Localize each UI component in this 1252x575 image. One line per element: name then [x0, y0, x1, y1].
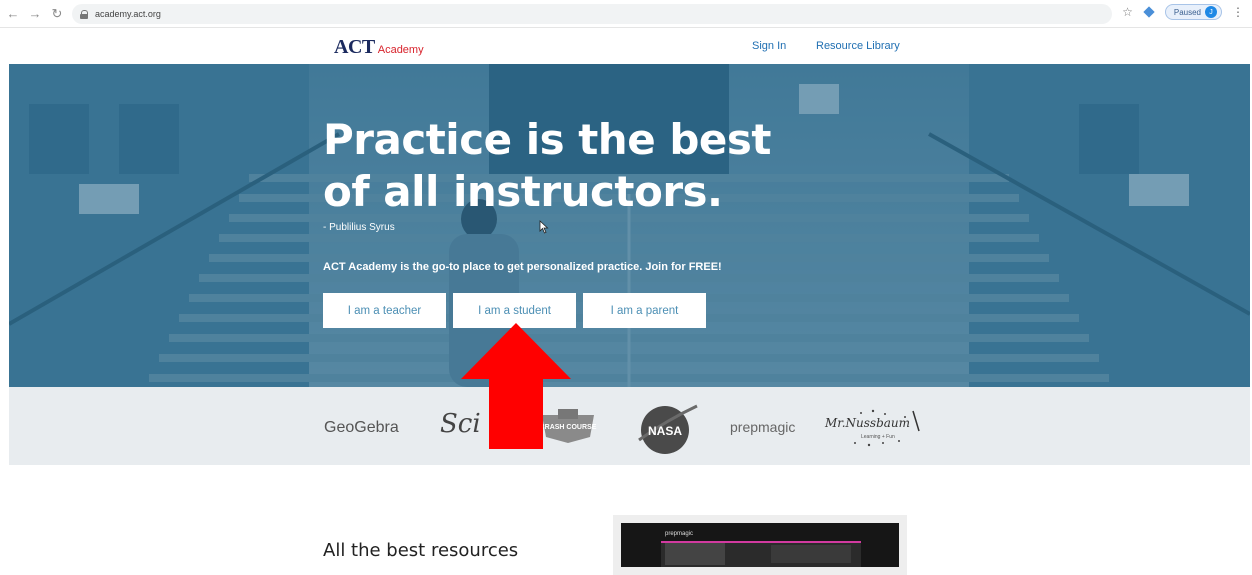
forward-icon[interactable]: →: [26, 5, 44, 23]
resource-preview-screen: prepmagic: [621, 523, 899, 567]
mouse-cursor-icon: [539, 220, 549, 234]
resource-library-link[interactable]: Resource Library: [816, 40, 900, 52]
quote-author: - Publilius Syrus: [323, 222, 395, 233]
hero-title: Practice is the best of all instructors.: [323, 114, 771, 218]
parent-button[interactable]: I am a parent: [583, 293, 706, 328]
lock-icon: [80, 9, 89, 19]
nasa-text: NASA: [648, 424, 682, 438]
site-header: ACT Academy Sign In Resource Library: [0, 28, 1252, 64]
nussbaum-subtitle: Learning + Fun: [861, 434, 895, 440]
prepmagic-preview-image: prepmagic: [621, 523, 899, 567]
prepmagic-logo: prepmagic: [730, 419, 796, 435]
resources-heading: All the best resources: [323, 540, 519, 561]
nussbaum-text: Mr.Nussbaum: [824, 416, 910, 430]
nasa-logo: NASA: [638, 404, 698, 454]
sign-in-link[interactable]: Sign In: [752, 40, 786, 52]
resource-preview-frame: prepmagic: [613, 515, 907, 575]
extension-icon[interactable]: [1143, 6, 1155, 18]
preview-brand-text: prepmagic: [665, 531, 693, 537]
logo-academy-text: Academy: [377, 44, 424, 56]
logo-act-text: ACT: [334, 36, 375, 58]
address-bar[interactable]: academy.act.org: [72, 4, 1112, 24]
act-academy-logo[interactable]: ACT Academy: [334, 36, 424, 59]
red-arrow-annotation: [461, 323, 571, 449]
hero-title-line-2: of all instructors.: [323, 167, 723, 216]
hero-overlay: [9, 64, 1250, 387]
url-text: academy.act.org: [95, 9, 161, 19]
reload-icon[interactable]: ↻: [48, 5, 66, 23]
mr-nussbaum-logo: Mr.Nussbaum Learning + Fun: [824, 409, 920, 447]
back-icon[interactable]: ←: [4, 5, 22, 23]
browser-menu-icon[interactable]: ⋮: [1232, 5, 1244, 19]
bookmark-star-icon[interactable]: ☆: [1122, 5, 1133, 19]
partner-logos: GeoGebra Sci CRASH COURSE NASA prepmagic…: [9, 387, 1250, 465]
avatar: J: [1205, 6, 1217, 18]
hero-tagline: ACT Academy is the go-to place to get pe…: [323, 261, 722, 273]
geogebra-logo: GeoGebra: [324, 419, 399, 436]
profile-status: Paused: [1173, 7, 1201, 17]
hero-title-line-1: Practice is the best: [323, 115, 771, 164]
profile-button[interactable]: Paused J: [1164, 4, 1222, 20]
teacher-button[interactable]: I am a teacher: [323, 293, 446, 328]
hero-banner: Practice is the best of all instructors.…: [9, 64, 1250, 387]
browser-toolbar: ← → ↻ academy.act.org ☆ Paused J ⋮: [0, 0, 1252, 28]
